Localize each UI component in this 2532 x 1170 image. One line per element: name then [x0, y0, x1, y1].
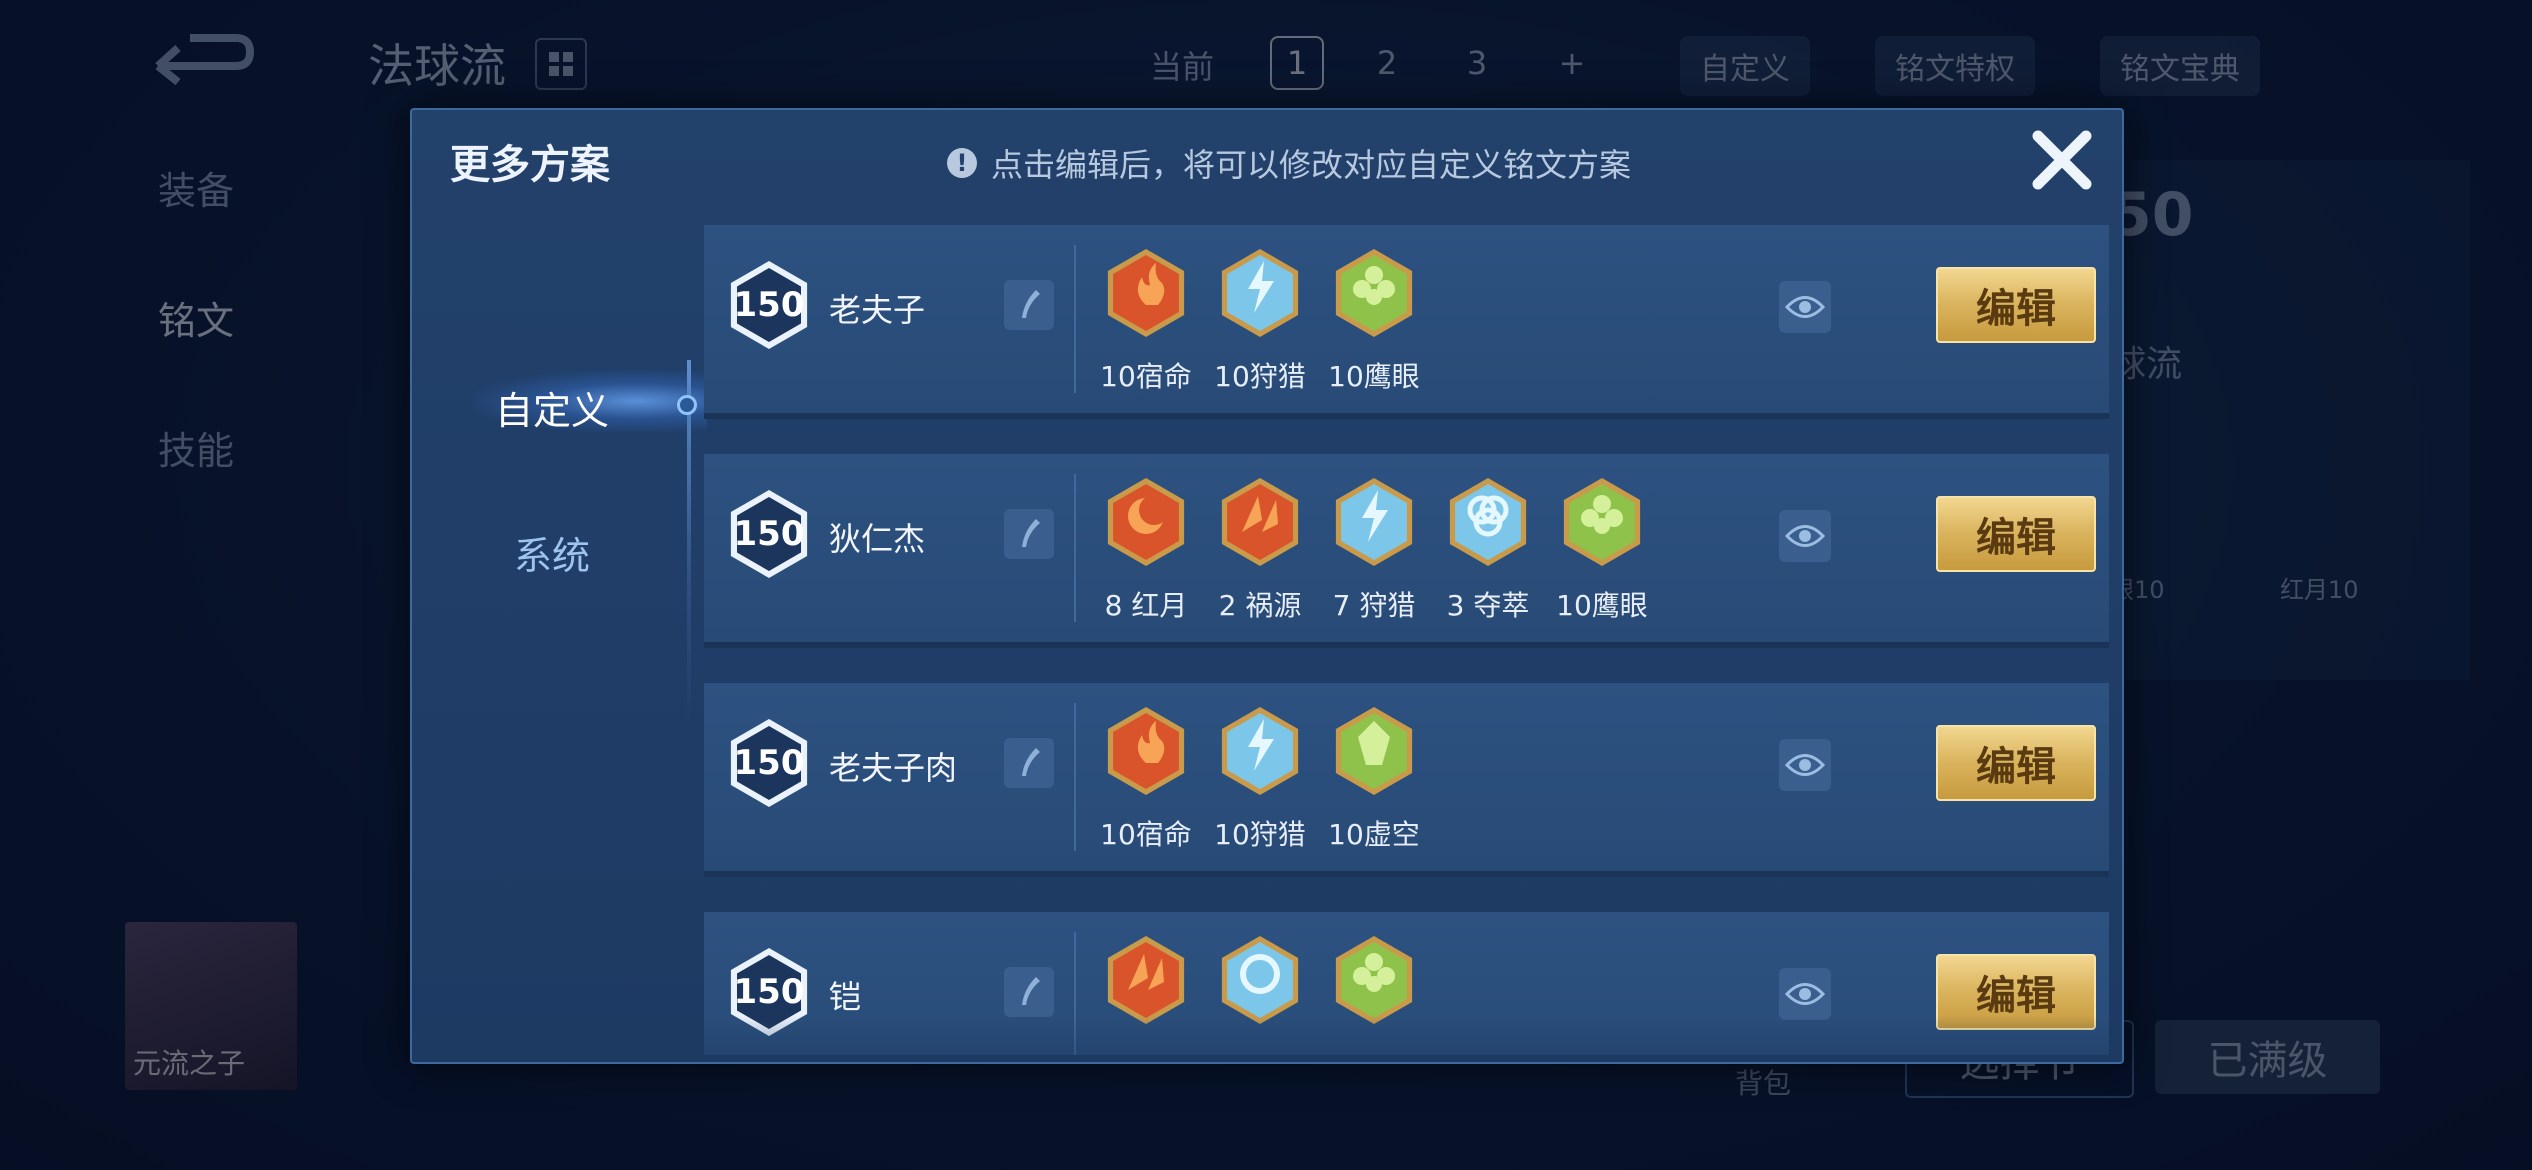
edit-button[interactable]: 编辑	[1936, 954, 2096, 1030]
plan-tabs: 自定义 系统	[412, 220, 707, 1062]
edit-button[interactable]: 编辑	[1936, 267, 2096, 343]
eye-icon	[1785, 754, 1825, 776]
rune-codex-button[interactable]: 铭文宝典	[2100, 36, 2260, 96]
close-icon	[2032, 130, 2092, 190]
dialog-hint: ! 点击编辑后，将可以修改对应自定义铭文方案	[947, 140, 1631, 186]
plan-row[interactable]: 150 铠 编辑	[704, 912, 2109, 1055]
sidebar-item-runes[interactable]: 铭文	[158, 290, 234, 345]
plan-row[interactable]: 150 狄仁杰 8 红月 2 祸源 7 狩猎 3 夺萃 10鹰眼 编辑	[704, 454, 2109, 648]
preview-button[interactable]	[1779, 510, 1831, 562]
level-number: 150	[733, 514, 805, 554]
plan-name: 老夫子肉	[829, 749, 958, 787]
pen-icon	[1022, 748, 1040, 776]
bag-label: 背包	[1735, 1067, 1792, 1100]
hero-avatar[interactable]: 元流之子	[125, 922, 297, 1090]
slot-3-tab[interactable]: 3	[1450, 36, 1504, 90]
tab-system[interactable]: 系统	[412, 525, 692, 580]
current-label: 当前	[1150, 48, 1215, 86]
edit-button[interactable]: 编辑	[1936, 725, 2096, 801]
level-number: 150	[733, 972, 805, 1012]
rune-privilege-label: 铭文特权	[1895, 52, 2015, 87]
dialog-title: 更多方案	[450, 142, 610, 188]
rename-button[interactable]	[1004, 967, 1054, 1017]
level-number: 150	[733, 743, 805, 783]
grid-icon[interactable]	[535, 38, 587, 90]
rename-button[interactable]	[1004, 280, 1054, 330]
pen-icon	[1022, 519, 1040, 547]
rune-count-label: 10虚空	[1328, 818, 1420, 851]
level-badge: 150	[724, 255, 814, 355]
slot-1-tab[interactable]: 1	[1270, 36, 1324, 90]
preview-button[interactable]	[1779, 968, 1831, 1020]
edit-button[interactable]: 编辑	[1936, 496, 2096, 572]
plan-row[interactable]: 150 老夫子肉 10宿命 10狩猎 10虚空 编辑	[704, 683, 2109, 877]
level-badge: 150	[724, 484, 814, 584]
rename-button[interactable]	[1004, 509, 1054, 559]
eye-icon	[1785, 296, 1825, 318]
level-number: 150	[733, 285, 805, 325]
preview-button[interactable]	[1779, 739, 1831, 791]
rune-count-label: 10鹰眼	[1556, 589, 1648, 622]
rune-codex-label: 铭文宝典	[2120, 52, 2240, 87]
preview-button[interactable]	[1779, 281, 1831, 333]
plan-name: 铠	[829, 978, 862, 1016]
level-badge: 150	[724, 942, 814, 1042]
level-badge: 150	[724, 713, 814, 813]
custom-button[interactable]: 自定义	[1680, 36, 1810, 96]
hero-name: 元流之子	[133, 1047, 246, 1080]
summary-rune-label: 红月10	[2280, 576, 2359, 604]
sidebar-item-skills[interactable]: 技能	[158, 420, 234, 475]
max-level-button[interactable]: 已满级	[2155, 1020, 2380, 1094]
rename-button[interactable]	[1004, 738, 1054, 788]
back-icon[interactable]	[150, 30, 260, 90]
sidebar-item-equipment[interactable]: 装备	[158, 160, 234, 215]
rune-privilege-button[interactable]: 铭文特权	[1875, 36, 2035, 96]
more-plans-dialog: 更多方案 ! 点击编辑后，将可以修改对应自定义铭文方案 自定义 系统 150 老夫…	[410, 108, 2124, 1064]
close-button[interactable]	[2022, 120, 2102, 200]
plan-row[interactable]: 150 老夫子 10宿命 10狩猎 10鹰眼 编辑	[704, 225, 2109, 419]
hint-text: 点击编辑后，将可以修改对应自定义铭文方案	[991, 146, 1632, 184]
rune-count-label: 10鹰眼	[1328, 360, 1420, 393]
eye-icon	[1785, 983, 1825, 1005]
pen-icon	[1022, 977, 1040, 1005]
plan-name: 老夫子	[829, 291, 926, 329]
preset-title: 法球流	[368, 39, 506, 93]
tab-custom[interactable]: 自定义	[412, 380, 692, 435]
pen-icon	[1022, 290, 1040, 318]
plan-list[interactable]: 150 老夫子 10宿命 10狩猎 10鹰眼 编辑 150 狄仁杰 8 红月 2 祸源 7 狩猎 3 …	[704, 225, 2109, 1055]
eye-icon	[1785, 525, 1825, 547]
add-slot-button[interactable]: +	[1545, 36, 1599, 90]
info-icon: !	[947, 148, 977, 178]
rune-summary-panel: 50 球流 眼10 红月10	[2090, 160, 2470, 680]
slot-2-tab[interactable]: 2	[1360, 36, 1414, 90]
plan-name: 狄仁杰	[829, 520, 926, 558]
row-divider	[1074, 932, 1076, 1055]
